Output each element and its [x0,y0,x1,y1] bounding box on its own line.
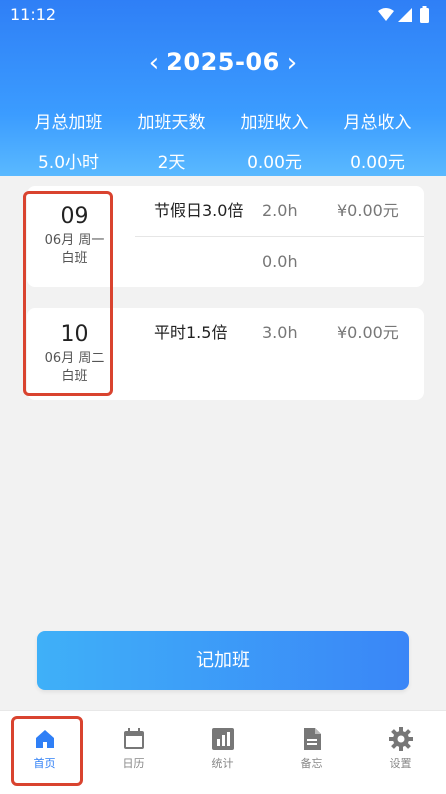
tab-label: 设置 [389,757,412,770]
tab-label: 备忘 [300,757,323,770]
record-type: 平时1.5倍 [154,323,228,342]
calendar-icon [123,728,144,749]
stat-label: 月总收入 [343,113,412,133]
stat-label: 加班天数 [137,113,206,133]
status-bar: 11:12 [0,0,446,30]
record-row: 节假日3.0倍 2.0h ¥0.00元 [122,186,424,236]
header: 11:12 ‹ 2025-06 › 月总加班 5.0小时 加班天数 2天 加班收… [0,0,446,176]
stat-value: 0.00元 [247,153,302,173]
status-icons [378,6,429,23]
stat-value: 2天 [157,153,186,173]
battery-icon [420,8,429,23]
stat-overtime-days: 加班天数 2天 [116,108,227,173]
stat-label: 月总加班 [34,113,103,133]
tab-calendar[interactable]: 日历 [89,711,178,794]
stat-label: 加班收入 [240,113,309,133]
record-row: 平时1.5倍 3.0h ¥0.00元 [122,308,424,358]
stat-total-income: 月总收入 0.00元 [322,108,433,173]
annotation-highlight-dates [23,191,113,396]
document-icon [303,728,321,750]
month-navigator: ‹ 2025-06 › [0,44,446,82]
tab-label: 统计 [211,757,234,770]
record-hours: 3.0h [262,323,298,342]
bar-chart-icon [211,728,234,750]
chevron-right-icon[interactable]: › [277,48,307,78]
stat-total-overtime: 月总加班 5.0小时 [13,108,124,173]
record-income: ¥0.00元 [337,323,399,342]
record-income: ¥0.00元 [337,201,399,220]
stat-overtime-income: 加班收入 0.00元 [219,108,330,173]
tab-label: 日历 [122,757,145,770]
stat-value: 5.0小时 [37,153,100,173]
month-label: 2025-06 [166,48,280,76]
stat-value: 0.00元 [350,153,405,173]
record-hours: 2.0h [262,201,298,220]
tab-statistics[interactable]: 统计 [178,711,267,794]
record-hours: 0.0h [262,252,298,271]
gear-icon [388,727,413,751]
record-type: 节假日3.0倍 [154,201,244,220]
summary-stats: 月总加班 5.0小时 加班天数 2天 加班收入 0.00元 月总收入 0.00元 [0,108,446,173]
annotation-highlight-home-tab [11,716,83,786]
record-overtime-button[interactable]: 记加班 [37,631,409,690]
tab-settings[interactable]: 设置 [356,711,445,794]
wifi-icon [378,8,394,21]
tab-memo[interactable]: 备忘 [267,711,356,794]
signal-icon [398,8,412,22]
record-row: 0.0h [122,237,424,287]
status-time: 11:12 [10,5,57,24]
